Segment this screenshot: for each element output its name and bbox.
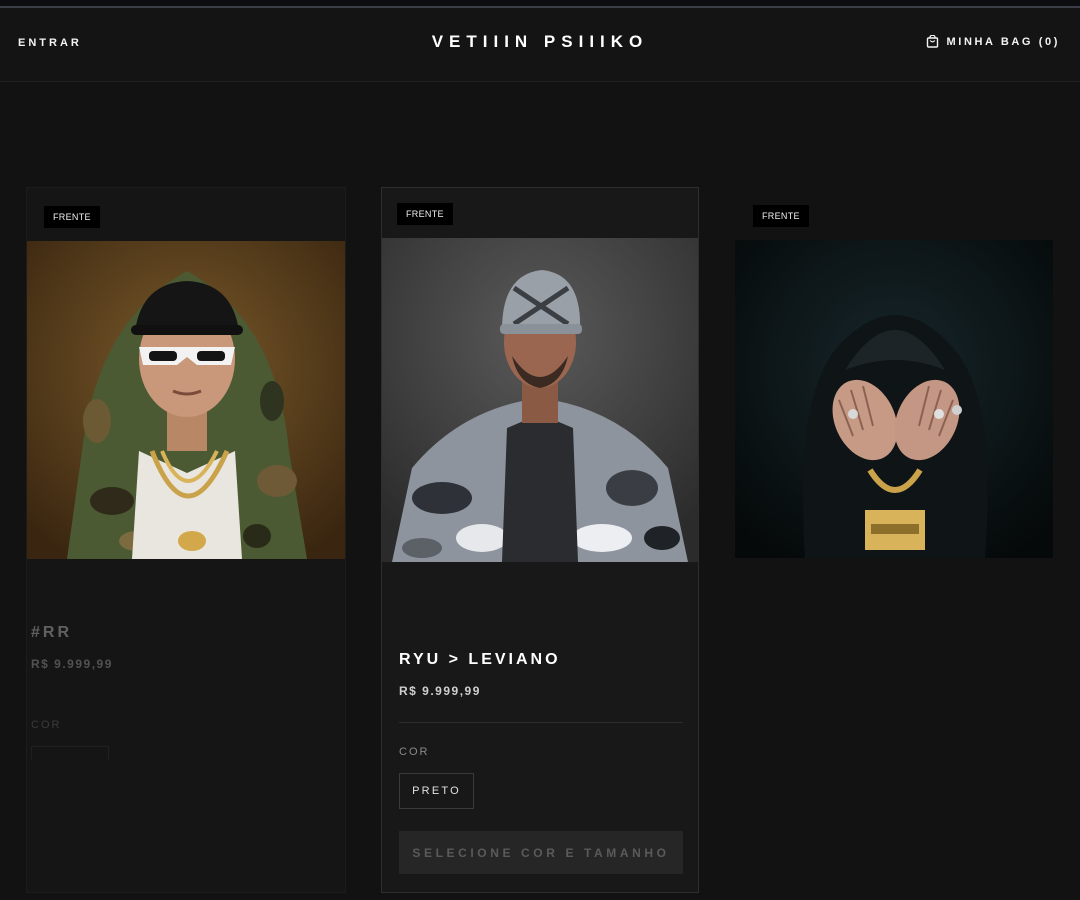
bag-button[interactable]: MINHA BAG (0) bbox=[926, 35, 1060, 48]
bag-label: MINHA BAG (0) bbox=[946, 35, 1060, 48]
view-badge: FRENTE bbox=[753, 205, 809, 227]
color-option-clip: PRETO bbox=[31, 746, 109, 760]
color-label: COR bbox=[399, 746, 430, 758]
product-card-third[interactable]: FRENTE bbox=[735, 187, 1053, 567]
window-top-edge bbox=[0, 0, 1080, 8]
brand-logo[interactable]: VETIIIN PSIIIKO bbox=[0, 32, 1080, 52]
color-label: COR bbox=[31, 719, 62, 731]
view-badge: FRENTE bbox=[397, 203, 453, 225]
product-name: RYU > LEVIANO bbox=[399, 651, 561, 668]
select-color-size-button[interactable]: SELECIONE COR E TAMANHO bbox=[399, 831, 683, 874]
product-image-ryu-leviano[interactable] bbox=[382, 238, 698, 562]
product-card-rr[interactable]: FRENTE #RR R$ 9.999,99 COR bbox=[26, 187, 346, 893]
product-name: #RR bbox=[31, 624, 73, 641]
product-price: R$ 9.999,99 bbox=[31, 657, 113, 671]
product-price: R$ 9.999,99 bbox=[399, 684, 481, 698]
product-card-ryu-leviano[interactable]: FRENTE RYU > LEVIANO R$ 9.999,99 COR PRE… bbox=[381, 187, 699, 893]
color-option-preto[interactable]: PRETO bbox=[399, 773, 474, 809]
view-badge: FRENTE bbox=[44, 206, 100, 228]
site-header: ENTRAR VETIIIN PSIIIKO MINHA BAG (0) bbox=[0, 8, 1080, 82]
product-image-third[interactable] bbox=[735, 240, 1053, 558]
color-option-preto[interactable]: PRETO bbox=[31, 746, 109, 760]
shopping-bag-icon bbox=[926, 35, 939, 48]
product-image-rr[interactable] bbox=[27, 241, 345, 559]
section-divider bbox=[399, 722, 683, 723]
